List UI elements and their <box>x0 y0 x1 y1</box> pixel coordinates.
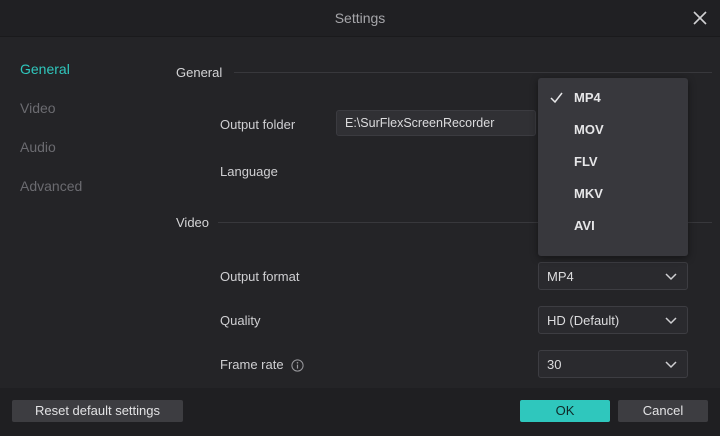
general-section-divider <box>234 72 712 73</box>
frame-rate-select[interactable]: 30 <box>538 350 688 378</box>
format-option-flv[interactable]: FLV <box>538 148 688 176</box>
video-section-heading: Video <box>176 215 210 230</box>
check-icon <box>550 92 563 104</box>
format-option-avi[interactable]: AVI <box>538 212 688 240</box>
reset-defaults-button[interactable]: Reset default settings <box>12 400 183 422</box>
sidebar-item-general[interactable]: General <box>20 61 70 77</box>
title-bar: Settings <box>0 0 720 37</box>
output-folder-label: Output folder <box>220 117 296 132</box>
chevron-down-icon <box>665 317 677 325</box>
format-option-mp4[interactable]: MP4 <box>538 84 688 112</box>
sidebar-item-audio[interactable]: Audio <box>20 139 56 155</box>
format-option-label: MOV <box>574 122 604 137</box>
cancel-button[interactable]: Cancel <box>618 400 708 422</box>
format-option-label: FLV <box>574 154 598 169</box>
language-label: Language <box>220 164 278 179</box>
ok-button[interactable]: OK <box>520 400 610 422</box>
settings-sidebar: General Video Audio Advanced <box>0 37 160 387</box>
frame-rate-value: 30 <box>547 357 562 372</box>
format-option-mov[interactable]: MOV <box>538 116 688 144</box>
close-button[interactable] <box>690 8 710 28</box>
sidebar-item-advanced[interactable]: Advanced <box>20 178 82 194</box>
close-icon <box>693 11 707 25</box>
sidebar-item-video[interactable]: Video <box>20 100 56 116</box>
output-format-label: Output format <box>220 269 300 284</box>
window-title: Settings <box>334 10 386 26</box>
quality-label: Quality <box>220 313 261 328</box>
general-section-heading: General <box>176 65 223 80</box>
output-folder-field[interactable]: E:\SurFlexScreenRecorder <box>336 110 536 136</box>
quality-select[interactable]: HD (Default) <box>538 306 688 334</box>
format-option-label: AVI <box>574 218 595 233</box>
output-format-select[interactable]: MP4 <box>538 262 688 290</box>
chevron-down-icon <box>665 361 677 369</box>
quality-value: HD (Default) <box>547 313 620 328</box>
output-format-value: MP4 <box>547 269 574 284</box>
dialog-footer: Reset default settings OK Cancel <box>0 388 720 436</box>
format-option-label: MP4 <box>574 90 601 105</box>
chevron-down-icon <box>665 273 677 281</box>
format-option-label: MKV <box>574 186 603 201</box>
format-option-mkv[interactable]: MKV <box>538 180 688 208</box>
frame-rate-label: Frame rate <box>220 357 284 372</box>
format-dropdown-menu: MP4 MOV FLV MKV AVI <box>538 78 688 256</box>
info-icon[interactable] <box>291 359 304 372</box>
